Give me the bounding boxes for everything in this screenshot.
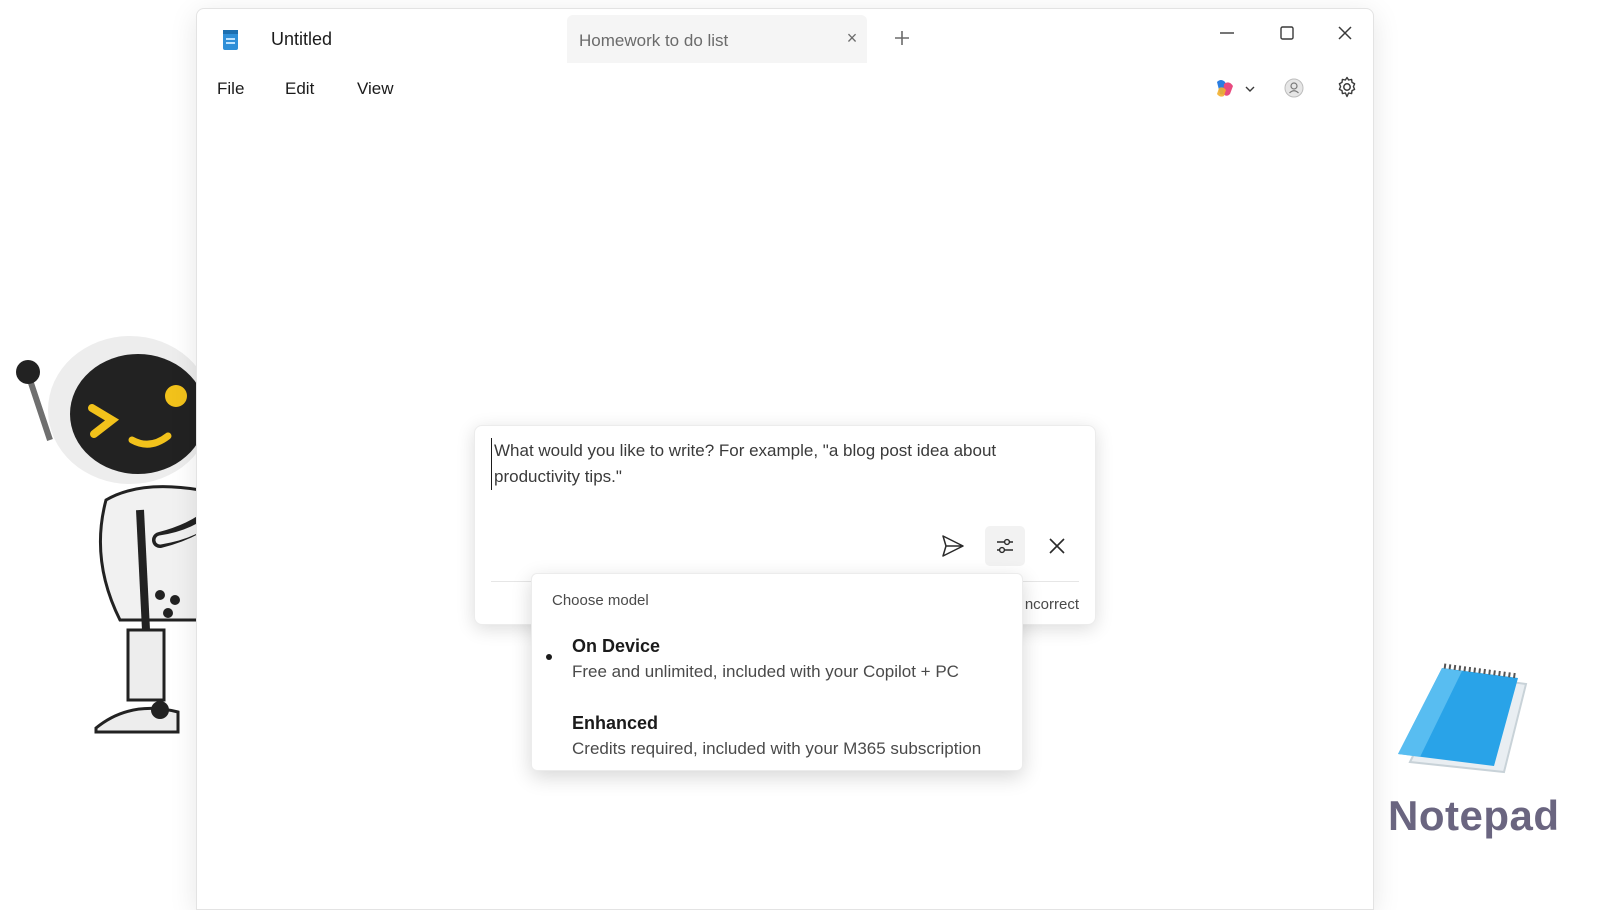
- maximize-icon[interactable]: [1275, 21, 1299, 45]
- menu-file[interactable]: File: [217, 79, 244, 99]
- option-title: Enhanced: [572, 713, 659, 733]
- title-bar: Untitled Homework to do list ×: [197, 9, 1373, 65]
- choose-model-menu: Choose model On Device Free and unlimite…: [531, 573, 1023, 771]
- tab-homework[interactable]: Homework to do list ×: [567, 15, 867, 63]
- chevron-down-icon: [1245, 86, 1255, 92]
- model-option-enhanced[interactable]: Enhanced Credits required, included with…: [532, 707, 1022, 777]
- tab-title-homework: Homework to do list: [579, 31, 729, 50]
- account-icon[interactable]: [1283, 77, 1305, 99]
- menu-header: Choose model: [552, 592, 649, 609]
- menu-bar: File Edit View: [197, 65, 1373, 113]
- send-icon[interactable]: [939, 532, 967, 560]
- copilot-button[interactable]: [1211, 75, 1259, 103]
- model-options-button[interactable]: [985, 526, 1025, 566]
- options-icon: [997, 538, 1013, 554]
- menu-edit[interactable]: Edit: [285, 79, 314, 99]
- model-option-on-device[interactable]: On Device Free and unlimited, included w…: [532, 630, 1022, 700]
- notepad-logo-icon: [1398, 663, 1528, 774]
- option-description: Credits required, included with your M36…: [572, 739, 982, 758]
- tab-title: Untitled: [271, 29, 333, 49]
- notepad-app-icon: [223, 30, 238, 50]
- minimize-icon[interactable]: [1215, 21, 1239, 45]
- copilot-icon: [1217, 80, 1233, 97]
- notepad-brand-text: Notepad: [1388, 792, 1560, 839]
- close-icon[interactable]: [1045, 534, 1069, 558]
- close-icon[interactable]: ×: [843, 29, 861, 47]
- tab-untitled[interactable]: Untitled: [203, 15, 565, 65]
- close-window-icon[interactable]: [1333, 21, 1357, 45]
- selected-indicator: [546, 654, 552, 660]
- feedback-label[interactable]: ncorrect: [1025, 596, 1079, 613]
- gear-icon[interactable]: [1335, 75, 1359, 99]
- option-description: Free and unlimited, included with your C…: [572, 662, 959, 681]
- plus-icon[interactable]: [891, 27, 913, 49]
- prompt-input[interactable]: What would you like to write? For exampl…: [491, 438, 1054, 490]
- option-title: On Device: [572, 636, 661, 656]
- menu-view[interactable]: View: [357, 79, 394, 99]
